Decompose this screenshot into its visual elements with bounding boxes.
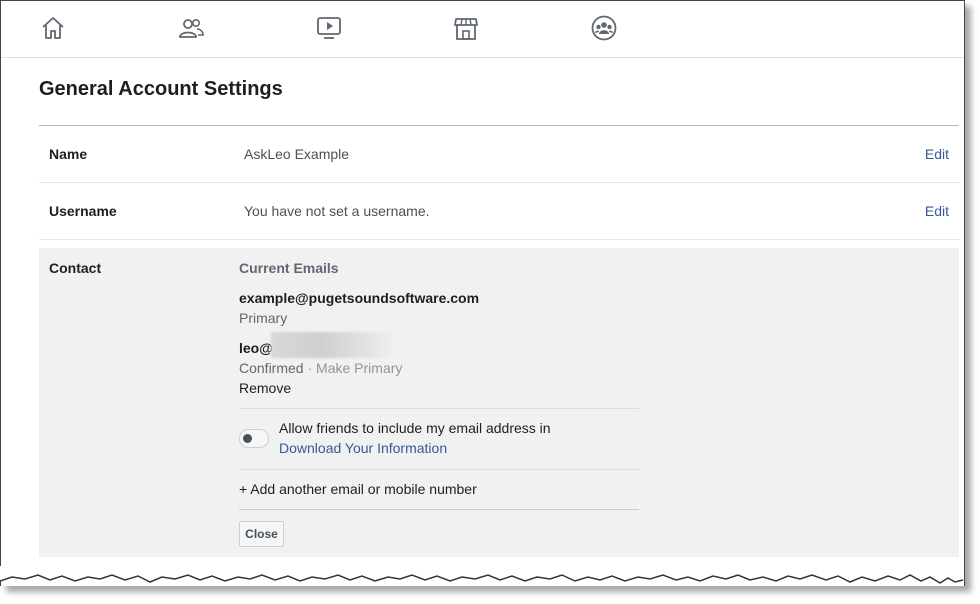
add-email-link[interactable]: + Add another email or mobile number (239, 481, 477, 497)
secondary-email: leo@ (239, 340, 273, 356)
contact-label: Contact (49, 260, 102, 276)
top-navigation-bar (1, 1, 964, 58)
edit-username-link[interactable]: Edit (925, 203, 949, 219)
groups-icon[interactable] (589, 13, 619, 43)
home-icon[interactable] (38, 13, 68, 43)
name-row: Name AskLeo Example Edit (39, 126, 959, 183)
divider (239, 408, 639, 409)
current-emails-heading: Current Emails (239, 260, 339, 276)
redacted-email-domain (271, 332, 396, 358)
edit-name-link[interactable]: Edit (925, 146, 949, 162)
allow-friends-toggle[interactable] (239, 429, 269, 448)
torn-edge (0, 566, 964, 584)
secondary-email-status: Confirmed (239, 360, 304, 376)
remove-email-link[interactable]: Remove (239, 380, 291, 396)
primary-email: example@pugetsoundsoftware.com (239, 290, 480, 306)
username-row: Username You have not set a username. Ed… (39, 183, 959, 240)
make-primary-link[interactable]: Make Primary (316, 360, 402, 376)
divider (239, 469, 639, 470)
primary-email-status: Primary (239, 310, 288, 326)
download-your-information-link[interactable]: Download Your Information (279, 440, 447, 456)
divider (239, 509, 639, 510)
page-title: General Account Settings (39, 78, 283, 100)
contact-panel: Contact Current Emails example@pugetsoun… (39, 248, 959, 557)
marketplace-icon[interactable] (451, 13, 481, 43)
close-button[interactable]: Close (239, 521, 284, 547)
name-label: Name (49, 146, 88, 162)
allow-friends-text: Allow friends to include my email addres… (279, 420, 551, 436)
secondary-email-status-line: Confirmed · Make Primary (239, 360, 402, 376)
friends-icon[interactable] (176, 13, 206, 43)
name-value: AskLeo Example (244, 146, 350, 162)
status-separator: · (307, 360, 313, 376)
username-value: You have not set a username. (244, 203, 430, 219)
settings-window: General Account Settings Name AskLeo Exa… (0, 0, 965, 586)
toggle-knob (243, 434, 252, 443)
watch-icon[interactable] (314, 13, 344, 43)
username-label: Username (49, 203, 117, 219)
